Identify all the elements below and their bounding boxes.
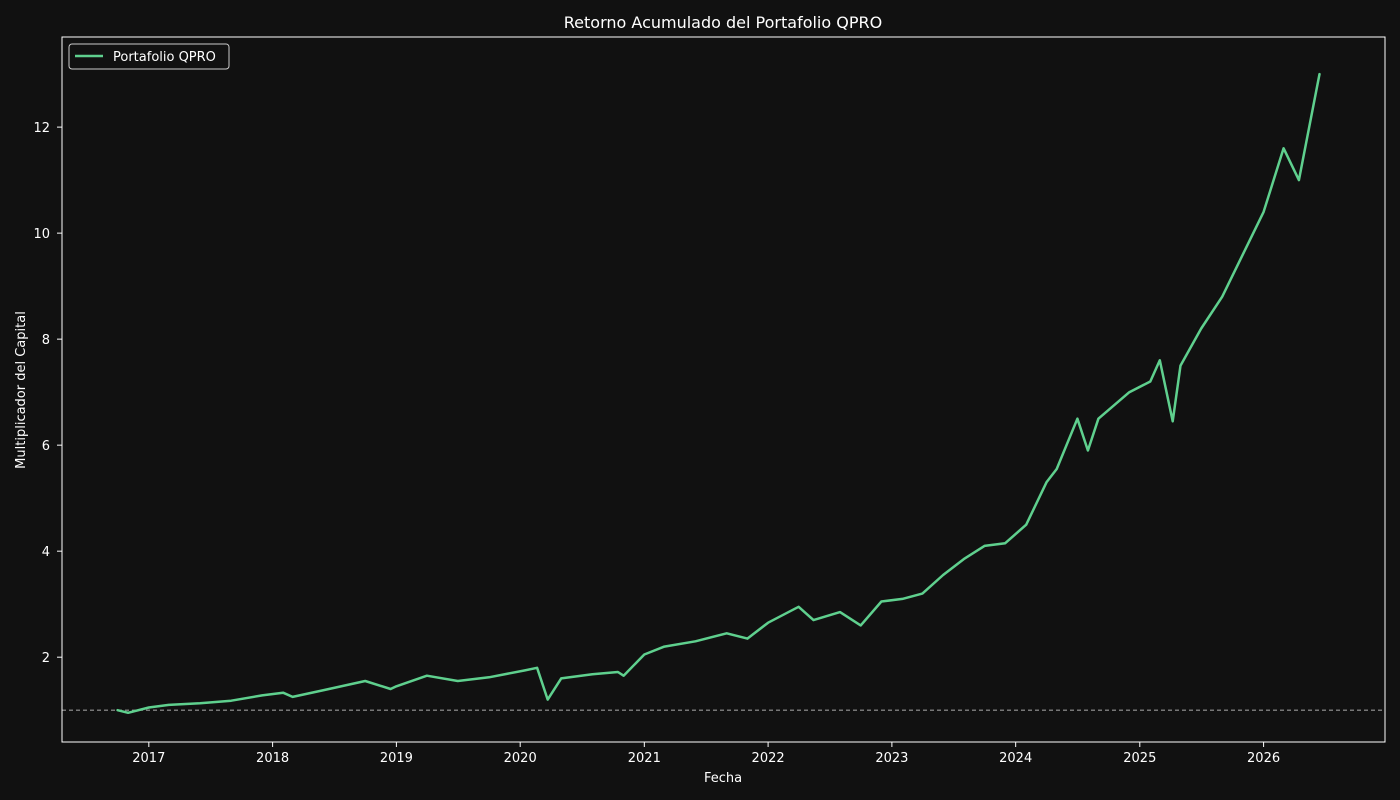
x-tick-label: 2018	[256, 751, 289, 766]
legend-label: Portafolio QPRO	[113, 50, 216, 65]
x-tick-label: 2025	[1123, 751, 1156, 766]
y-tick-label: 12	[33, 121, 50, 136]
y-tick-label: 4	[42, 545, 50, 560]
y-tick-label: 10	[33, 227, 50, 242]
y-tick-label: 8	[42, 333, 50, 348]
x-tick-label: 2017	[132, 751, 165, 766]
x-tick-label: 2021	[628, 751, 661, 766]
x-tick-label: 2026	[1247, 751, 1280, 766]
y-tick-label: 6	[42, 439, 50, 454]
figure-background	[0, 0, 1400, 800]
y-axis-title: Multiplicador del Capital	[14, 311, 29, 469]
x-tick-label: 2020	[504, 751, 537, 766]
chart: Retorno Acumulado del Portafolio QPRO 20…	[0, 0, 1400, 800]
x-tick-label: 2024	[999, 751, 1032, 766]
y-tick-label: 2	[42, 651, 50, 666]
x-tick-label: 2023	[875, 751, 908, 766]
x-tick-label: 2019	[380, 751, 413, 766]
chart-title: Retorno Acumulado del Portafolio QPRO	[564, 13, 882, 32]
x-axis-title: Fecha	[704, 771, 742, 786]
x-tick-label: 2022	[752, 751, 785, 766]
legend: Portafolio QPRO	[68, 43, 230, 70]
